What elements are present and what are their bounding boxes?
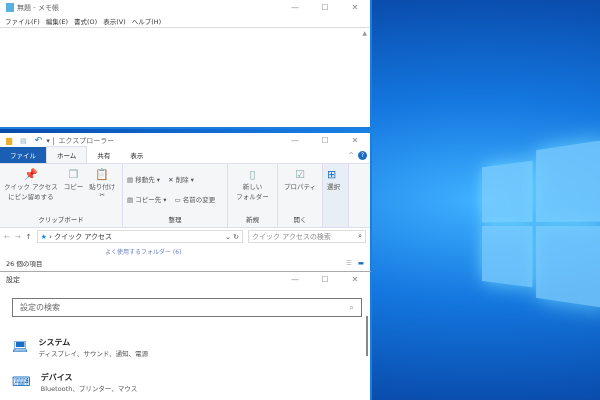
notepad-menubar: ファイル(F) 編集(E) 書式(O) 表示(V) ヘルプ(H)	[0, 15, 370, 27]
settings-item-devices[interactable]: ⌨ デバイス Bluetooth、プリンター、マウス	[12, 372, 370, 393]
maximize-button[interactable]: ☐	[310, 133, 340, 148]
forward-button[interactable]: →	[15, 233, 21, 241]
open-group: ☑ プロパティ 開く	[278, 164, 323, 227]
back-button[interactable]: ←	[4, 233, 10, 241]
organize-group-label: 整理	[168, 216, 182, 224]
search-icon: ⌕	[358, 232, 362, 240]
address-text: クイック アクセス	[54, 232, 113, 241]
frequent-folders-group[interactable]: よく使用するフォルダー (6)	[105, 249, 181, 256]
menu-help[interactable]: ヘルプ(H)	[132, 16, 161, 26]
undo-icon[interactable]: ↶	[35, 136, 43, 146]
navigation-bar: ← → ↑ ★ › クイック アクセス ⌄ ↻ クイック アクセスの検索 ⌕	[0, 228, 370, 245]
devices-icon: ⌨	[12, 375, 31, 390]
checkmark-icon: ☑	[295, 168, 305, 181]
notepad-window: 無題 - メモ帳 — ☐ ✕ ファイル(F) 編集(E) 書式(O) 表示(V) ヘ…	[0, 0, 372, 129]
item-desc: ディスプレイ、サウンド、通知、電源	[38, 350, 149, 358]
rename-button[interactable]: ▭ 名前の変更	[175, 194, 216, 204]
explorer-window: ▆ ▤ ↶ ▾ | エクスプローラー — ☐ ✕ ファイル ホーム 共有 表示 ^ …	[0, 133, 372, 272]
explorer-title: エクスプローラー	[58, 136, 115, 145]
settings-title: 設定	[6, 275, 20, 284]
content-area: よく使用するフォルダー (6)	[0, 245, 370, 256]
help-icon[interactable]: ?	[358, 151, 367, 160]
pin-icon: 📌	[24, 168, 38, 181]
select-grid-icon: ⊞	[327, 168, 337, 181]
new-group: ▯ 新しい フォルダー 新規	[228, 164, 278, 227]
large-icons-view-icon[interactable]: ▬	[358, 259, 364, 267]
laptop-icon: 💻︎	[12, 340, 29, 355]
settings-titlebar: 設定 — ☐ ✕	[0, 272, 370, 287]
select-button[interactable]: ⊞ 選択	[323, 164, 349, 227]
notepad-titlebar: 無題 - メモ帳 — ☐ ✕	[0, 0, 370, 15]
search-placeholder: 設定の検索	[20, 303, 60, 312]
settings-window: 設定 — ☐ ✕ 設定の検索 ⌕ 💻︎ システムディスプレイ、サウンド、通知、電源 ⌨…	[0, 272, 372, 400]
maximize-button[interactable]: ☐	[310, 0, 340, 15]
new-folder-icon: ▯	[249, 168, 256, 181]
item-title: デバイス	[40, 373, 73, 382]
notepad-title: 無題 - メモ帳	[17, 3, 59, 12]
copy-label: コピー	[63, 183, 84, 191]
status-bar: 26 個の項目 ☰ ▬	[0, 256, 370, 269]
clipboard-group: 📌 クイック アクセス にピン留めする ❐ コピー 📋 貼り付け ✂ クリップボード	[0, 164, 123, 227]
star-icon: ★	[40, 232, 47, 241]
notepad-icon	[6, 3, 14, 12]
new-folder-label: 新しい フォルダー	[236, 183, 269, 201]
item-count: 26 個の項目	[6, 259, 43, 268]
new-group-label: 新規	[246, 216, 259, 224]
pin-quick-access-button[interactable]: 📌 クイック アクセス にピン留めする	[4, 168, 58, 201]
address-bar[interactable]: ★ › クイック アクセス ⌄ ↻	[36, 230, 243, 243]
new-folder-button[interactable]: ▯ 新しい フォルダー	[232, 168, 273, 201]
close-button[interactable]: ✕	[340, 133, 370, 148]
item-title: システム	[38, 338, 71, 347]
notepad-text-area[interactable]: ▲	[0, 27, 370, 125]
tab-file[interactable]: ファイル	[0, 147, 46, 163]
ribbon: 📌 クイック アクセス にピン留めする ❐ コピー 📋 貼り付け ✂ クリップボード ▤…	[0, 163, 370, 228]
tab-view[interactable]: 表示	[120, 147, 153, 163]
delete-button[interactable]: ✕ 削除 ▾	[168, 174, 194, 184]
menu-view[interactable]: 表示(V)	[103, 16, 126, 26]
copy-button[interactable]: ❐ コピー	[64, 168, 84, 191]
properties-label: プロパティ	[283, 183, 317, 191]
copy-icon: ❐	[68, 168, 79, 181]
up-button[interactable]: ↑	[26, 233, 32, 241]
details-view-icon[interactable]: ☰	[346, 259, 352, 267]
menu-format[interactable]: 書式(O)	[74, 16, 97, 26]
paste-button[interactable]: 📋 貼り付け ✂	[89, 168, 115, 199]
maximize-button[interactable]: ☐	[310, 272, 340, 287]
cut-icon[interactable]: ✂	[100, 191, 105, 199]
tab-home[interactable]: ホーム	[46, 146, 88, 163]
ribbon-tabs: ファイル ホーム 共有 表示 ^ ?	[0, 146, 370, 163]
close-button[interactable]: ✕	[340, 0, 370, 15]
folder-icon: ▆	[6, 136, 13, 145]
settings-item-system[interactable]: 💻︎ システムディスプレイ、サウンド、通知、電源	[12, 337, 370, 358]
windows-logo	[481, 139, 600, 311]
search-icon: ⌕	[349, 302, 354, 312]
menu-edit[interactable]: 編集(E)	[46, 16, 68, 26]
scroll-up-arrow[interactable]: ▲	[362, 30, 367, 37]
properties-quick-icon[interactable]: ▤	[20, 137, 27, 145]
search-box[interactable]: クイック アクセスの検索 ⌕	[248, 230, 366, 243]
tab-share[interactable]: 共有	[87, 147, 120, 163]
search-placeholder: クイック アクセスの検索	[252, 232, 331, 241]
move-to-button[interactable]: ▤ 移動先 ▾	[127, 174, 160, 184]
clipboard-icon: 📋	[95, 168, 110, 181]
paste-label: 貼り付け	[89, 183, 116, 191]
clipboard-group-label: クリップボード	[38, 216, 84, 224]
minimize-button[interactable]: —	[280, 133, 310, 148]
select-label: 選択	[327, 183, 340, 191]
minimize-button[interactable]: —	[280, 0, 310, 15]
close-button[interactable]: ✕	[340, 272, 370, 287]
properties-button[interactable]: ☑ プロパティ	[282, 168, 318, 191]
scrollbar[interactable]	[366, 316, 368, 356]
copy-to-button[interactable]: ▤ コピー先 ▾	[127, 194, 167, 204]
menu-file[interactable]: ファイル(F)	[5, 16, 40, 26]
pin-label: クイック アクセス にピン留めする	[4, 183, 58, 201]
collapse-ribbon-icon[interactable]: ^	[349, 151, 354, 159]
settings-search-input[interactable]: 設定の検索 ⌕	[12, 298, 362, 317]
open-group-label: 開く	[293, 216, 307, 224]
minimize-button[interactable]: —	[280, 272, 310, 287]
organize-group: ▤ 移動先 ▾ ✕ 削除 ▾ ▤ コピー先 ▾ ▭ 名前の変更 整理	[123, 164, 228, 227]
item-desc: Bluetooth、プリンター、マウス	[40, 385, 138, 393]
